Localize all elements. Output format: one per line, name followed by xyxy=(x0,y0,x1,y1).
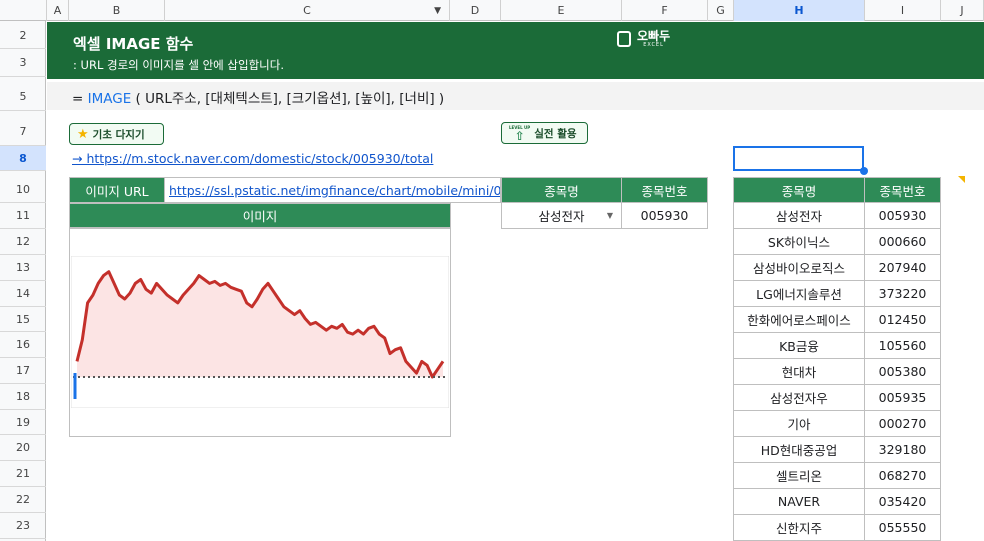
stock-row-code[interactable]: 000660 xyxy=(864,228,941,255)
column-header-b[interactable]: B xyxy=(69,0,165,21)
row-header-11[interactable]: 11 xyxy=(0,203,46,229)
dropdown-arrow-icon[interactable]: ▼ xyxy=(607,211,613,220)
stock-row-name[interactable]: 셀트리온 xyxy=(733,462,865,489)
stocks-header-name: 종목명 xyxy=(733,177,865,203)
stock-code-value: 005930 xyxy=(621,202,708,229)
row-header-22[interactable]: 22 xyxy=(0,487,46,513)
stock-row-name[interactable]: 삼성전자 xyxy=(733,202,865,229)
row-header-19[interactable]: 19 xyxy=(0,410,46,435)
select-all-corner[interactable] xyxy=(0,0,47,21)
stock-row-code[interactable]: 055550 xyxy=(864,514,941,541)
stock-row-name[interactable]: 한화에어로스페이스 xyxy=(733,306,865,333)
stock-row-name[interactable]: LG에너지솔루션 xyxy=(733,280,865,307)
row-header-3[interactable]: 3 xyxy=(0,49,46,77)
row-header-7[interactable]: 7 xyxy=(0,118,46,146)
column-filter-dropdown-icon[interactable]: ▼ xyxy=(434,6,441,16)
stock-row-name[interactable]: 현대차 xyxy=(733,358,865,385)
title-banner: 엑셀 IMAGE 함수 : URL 경로의 이미지를 셀 안에 삽입합니다. 오… xyxy=(47,22,984,79)
banner-subtitle: : URL 경로의 이미지를 셀 안에 삽입합니다. xyxy=(73,58,284,72)
row-header-18[interactable]: 18 xyxy=(0,384,46,410)
banner-title: 엑셀 IMAGE 함수 xyxy=(73,35,194,53)
lookup-header-code: 종목번호 xyxy=(621,177,708,203)
row-header-17[interactable]: 17 xyxy=(0,358,46,384)
syntax-prefix: = xyxy=(72,91,88,107)
row-header-14[interactable]: 14 xyxy=(0,281,46,307)
stock-row-name[interactable]: HD현대중공업 xyxy=(733,436,865,463)
stock-row-code[interactable]: 000270 xyxy=(864,410,941,437)
row-header-21[interactable]: 21 xyxy=(0,461,46,487)
column-header-e[interactable]: E xyxy=(501,0,622,21)
column-header-bar: A B C ▼ D E F G H I J xyxy=(0,0,984,21)
selected-cell-h8[interactable] xyxy=(733,146,864,171)
star-icon: ★ xyxy=(77,126,89,142)
brand-logo: 오빠두 EXCEL xyxy=(617,30,670,48)
logo-text: 오빠두 xyxy=(637,29,671,43)
row-header-2[interactable]: 2 xyxy=(0,23,46,49)
image-header: 이미지 xyxy=(69,203,451,228)
syntax-arguments: ( URL주소, [대체텍스트], [크기옵션], [높이], [너비] ) xyxy=(131,91,445,107)
row-header-23[interactable]: 23 xyxy=(0,513,46,539)
stock-row-code[interactable]: 012450 xyxy=(864,306,941,333)
stock-row-name[interactable]: 신한지주 xyxy=(733,514,865,541)
stock-row-name[interactable]: KB금융 xyxy=(733,332,865,359)
stock-row-name[interactable]: 기아 xyxy=(733,410,865,437)
stock-row-code[interactable]: 005935 xyxy=(864,384,941,411)
stock-row-name[interactable]: 삼성바이오로직스 xyxy=(733,254,865,281)
row-header-5[interactable]: 5 xyxy=(0,82,46,111)
image-url-label: 이미지 URL xyxy=(69,177,165,203)
column-header-c-label: C xyxy=(303,4,311,17)
basic-practice-label: 기초 다지기 xyxy=(92,128,145,141)
row-header-8[interactable]: 8 xyxy=(0,146,46,171)
column-header-a[interactable]: A xyxy=(47,0,69,21)
level-up-icon: LEVEL UP ⇧ xyxy=(509,124,531,143)
practical-use-button[interactable]: LEVEL UP ⇧ 실전 활용 xyxy=(501,122,588,144)
stock-name-dropdown[interactable]: 삼성전자 ▼ xyxy=(501,202,622,229)
fill-handle[interactable] xyxy=(860,167,868,175)
column-header-d[interactable]: D xyxy=(450,0,501,21)
stock-row-code[interactable]: 207940 xyxy=(864,254,941,281)
row-header-13[interactable]: 13 xyxy=(0,255,46,281)
stock-row-name[interactable]: 삼성전자우 xyxy=(733,384,865,411)
row-header-15[interactable]: 15 xyxy=(0,307,46,332)
row-header-16[interactable]: 16 xyxy=(0,332,46,358)
practical-use-label: 실전 활용 xyxy=(534,127,577,140)
row-header-10[interactable]: 10 xyxy=(0,177,46,203)
column-header-i[interactable]: I xyxy=(865,0,941,21)
column-header-c[interactable]: C ▼ xyxy=(165,0,450,21)
stock-row-code[interactable]: 373220 xyxy=(864,280,941,307)
stock-row-name[interactable]: NAVER xyxy=(733,488,865,515)
function-syntax: = IMAGE ( URL주소, [대체텍스트], [크기옵션], [높이], … xyxy=(72,87,444,107)
stock-row-code[interactable]: 035420 xyxy=(864,488,941,515)
stock-row-code[interactable]: 105560 xyxy=(864,332,941,359)
logo-mark-icon xyxy=(617,31,631,47)
row-header-12[interactable]: 12 xyxy=(0,229,46,255)
image-url-cell[interactable]: https://ssl.pstatic.net/imgfinance/chart… xyxy=(164,177,501,203)
stock-row-code[interactable]: 005380 xyxy=(864,358,941,385)
basic-practice-button[interactable]: ★ 기초 다지기 xyxy=(69,123,164,145)
column-header-h[interactable]: H xyxy=(734,0,865,21)
column-header-f[interactable]: F xyxy=(622,0,708,21)
stock-name-value: 삼성전자 xyxy=(538,209,585,224)
syntax-function-name: IMAGE xyxy=(87,91,132,107)
naver-stock-link[interactable]: → https://m.stock.naver.com/domestic/sto… xyxy=(72,151,433,166)
stock-row-code[interactable]: 068270 xyxy=(864,462,941,489)
column-header-j[interactable]: J xyxy=(941,0,984,21)
comment-indicator-icon[interactable] xyxy=(958,176,965,183)
lookup-header-name: 종목명 xyxy=(501,177,622,203)
stock-row-code[interactable]: 005930 xyxy=(864,202,941,229)
stock-row-name[interactable]: SK하이닉스 xyxy=(733,228,865,255)
stock-mini-chart xyxy=(71,256,449,408)
row-header-bar: 2 3 5 7 8 10 11 12 13 14 15 16 17 18 19 … xyxy=(0,21,46,541)
row-header-20[interactable]: 20 xyxy=(0,435,46,461)
stocks-header-code: 종목번호 xyxy=(864,177,941,203)
stock-row-code[interactable]: 329180 xyxy=(864,436,941,463)
column-header-g[interactable]: G xyxy=(708,0,734,21)
